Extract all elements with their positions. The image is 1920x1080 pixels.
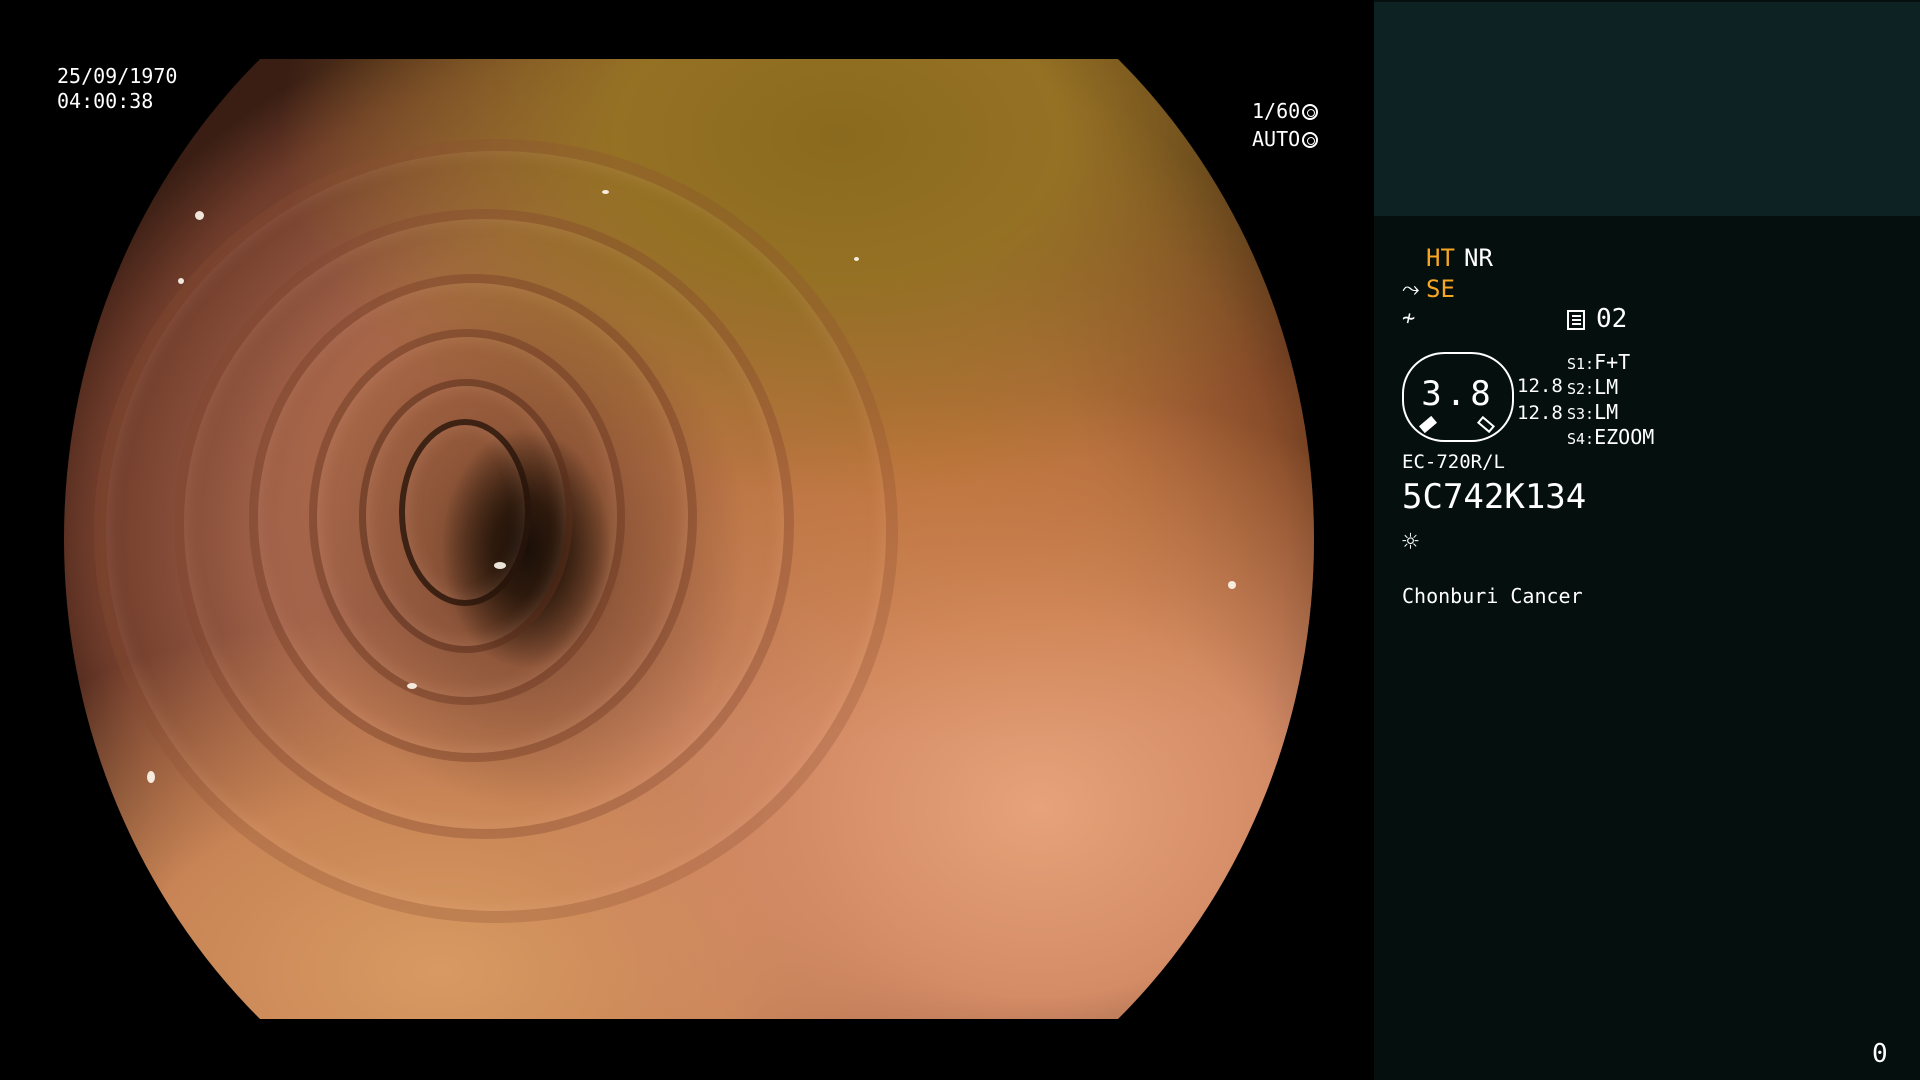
specular-highlight: [854, 257, 859, 261]
switch-s4-label: S4:: [1567, 430, 1595, 448]
specular-highlight: [147, 771, 155, 783]
iris-mode: AUTO: [1252, 127, 1319, 152]
zoom-readout-bottom: 12.8: [1517, 402, 1563, 424]
switch-s2-label: S2:: [1567, 380, 1595, 398]
switch-s3-label: S3:: [1567, 405, 1595, 423]
zoom-marker-outline-icon: [1476, 415, 1496, 434]
specular-highlight: [494, 562, 506, 569]
endoscopic-image: [64, 59, 1314, 1019]
zoom-indicator: 3.8: [1402, 352, 1514, 442]
shutter-icon: [1302, 104, 1319, 120]
shutter-speed-value: 1/60: [1252, 99, 1301, 123]
lumen: [399, 419, 531, 606]
panel-header-area: [1374, 2, 1920, 216]
page-number: 02: [1596, 304, 1628, 334]
specular-highlight: [407, 683, 417, 689]
nr-indicator: NR: [1464, 244, 1493, 272]
scope-serial: 5C742K134: [1402, 477, 1587, 517]
enhance-off-icon: ≁: [1402, 306, 1416, 331]
switch-s4-value: EZOOM: [1594, 425, 1655, 449]
zoom-readout-top: 12.8: [1517, 375, 1563, 397]
se-indicator: SE: [1426, 275, 1455, 303]
exam-time: 04:00:38: [57, 89, 154, 113]
memory-page-icon: [1567, 310, 1585, 330]
exam-date: 25/09/1970: [57, 64, 178, 88]
iris-mode-value: AUTO: [1252, 127, 1301, 151]
switch-s1-value: F+T: [1594, 350, 1631, 374]
ht-indicator: HT: [1426, 244, 1455, 272]
switch-s1-label: S1:: [1567, 355, 1595, 373]
specular-highlight: [178, 278, 184, 284]
scope-model: EC-720R/L: [1402, 451, 1505, 473]
switch-s4: S4:EZOOM: [1567, 423, 1654, 453]
switch-s3-value: LM: [1594, 400, 1619, 424]
frame-counter: 0: [1872, 1039, 1888, 1069]
hospital-name: Chonburi Cancer: [1402, 584, 1583, 608]
specular-highlight: [195, 211, 204, 220]
structure-enhance-icon: ⤳: [1402, 277, 1420, 302]
zoom-marker-filled-icon: [1418, 415, 1438, 434]
shutter-speed: 1/60: [1252, 99, 1319, 124]
switch-s2-value: LM: [1594, 375, 1619, 399]
iris-icon: [1302, 132, 1319, 148]
info-panel: HT NR ⤳ SE ≁ 02 3.8 12.8 12.8 S1:F+T S2:…: [1374, 0, 1920, 1080]
specular-highlight: [1228, 581, 1236, 589]
light-source-icon: ☼: [1402, 525, 1419, 558]
zoom-value: 3.8: [1421, 374, 1495, 414]
endoscopy-view: 25/09/1970 04:00:38 1/60 AUTO: [0, 0, 1374, 1080]
specular-highlight: [602, 190, 609, 194]
